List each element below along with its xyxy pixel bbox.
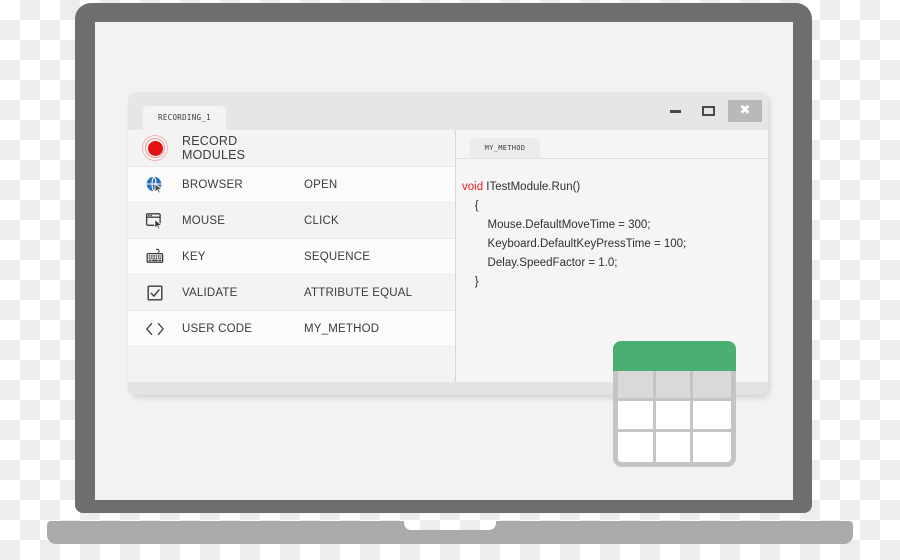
record-icon	[128, 135, 182, 161]
window-titlebar: RECORDING_1 ✖	[128, 92, 768, 130]
code-editor[interactable]: void ITestModule.Run() { Mouse.DefaultMo…	[462, 178, 768, 292]
record-modules-title: RECORD MODULES	[182, 134, 246, 162]
module-row-mouse[interactable]: MOUSE CLICK	[128, 203, 455, 239]
code-keyword-void: void	[462, 181, 484, 193]
module-action: OPEN	[304, 178, 338, 191]
maximize-button[interactable]	[695, 100, 721, 122]
spreadsheet-cell	[618, 431, 656, 462]
spreadsheet-cell	[693, 401, 731, 432]
keyboard-icon	[128, 247, 182, 267]
code-signature: ITestModule.Run()	[483, 181, 581, 193]
spreadsheet-cell	[693, 371, 731, 402]
spreadsheet-cell	[618, 401, 656, 432]
checkbox-check-icon	[128, 283, 182, 303]
screenshot-stage: RECORDING_1 ✖ RECORD MODULES BROWSER OPE…	[0, 0, 900, 560]
module-label: VALIDATE	[182, 286, 238, 299]
spreadsheet-cell	[618, 371, 656, 402]
code-line: Mouse.DefaultMoveTime = 300;	[462, 219, 651, 231]
record-modules-header: RECORD MODULES	[128, 130, 455, 167]
module-label: KEY	[182, 250, 206, 263]
module-row-validate[interactable]: VALIDATE ATTRIBUTE EQUAL	[128, 275, 455, 311]
minimize-button[interactable]	[662, 100, 688, 122]
tab-recording-1[interactable]: RECORDING_1	[143, 106, 226, 130]
code-brackets-icon	[128, 319, 182, 339]
mouse-window-icon	[128, 211, 182, 231]
spreadsheet-cell	[655, 401, 694, 432]
code-line: Keyboard.DefaultKeyPressTime = 100;	[462, 238, 687, 250]
browser-globe-icon	[128, 175, 182, 195]
spreadsheet-cell	[655, 371, 694, 402]
module-action: MY_METHOD	[304, 322, 380, 335]
maximize-icon	[701, 106, 715, 116]
spreadsheet-icon	[613, 341, 736, 467]
laptop-base-notch	[404, 521, 496, 530]
minimize-icon	[669, 109, 681, 113]
module-action: SEQUENCE	[304, 250, 371, 263]
module-label: USER CODE	[182, 322, 253, 335]
code-line: }	[462, 276, 479, 288]
tab-my-method[interactable]: MY_METHOD	[470, 138, 540, 158]
code-line: {	[462, 200, 479, 212]
code-line: Delay.SpeedFactor = 1.0;	[462, 257, 618, 269]
spreadsheet-header-bar	[613, 341, 736, 371]
module-label: MOUSE	[182, 214, 226, 227]
module-row-key[interactable]: KEY SEQUENCE	[128, 239, 455, 275]
module-action: ATTRIBUTE EQUAL	[304, 286, 413, 299]
code-panel-separator	[456, 158, 768, 159]
module-action: CLICK	[304, 214, 339, 227]
spreadsheet-cell	[693, 432, 731, 462]
window-controls: ✖	[662, 100, 762, 122]
module-row-user-code[interactable]: USER CODE MY_METHOD	[128, 311, 455, 347]
spreadsheet-grid	[613, 371, 736, 467]
spreadsheet-cell	[656, 431, 694, 462]
module-label: BROWSER	[182, 178, 243, 191]
module-row-browser[interactable]: BROWSER OPEN	[128, 167, 455, 203]
close-button[interactable]: ✖	[728, 100, 762, 122]
record-modules-panel: RECORD MODULES BROWSER OPEN MOUSE CLICK …	[128, 130, 455, 382]
